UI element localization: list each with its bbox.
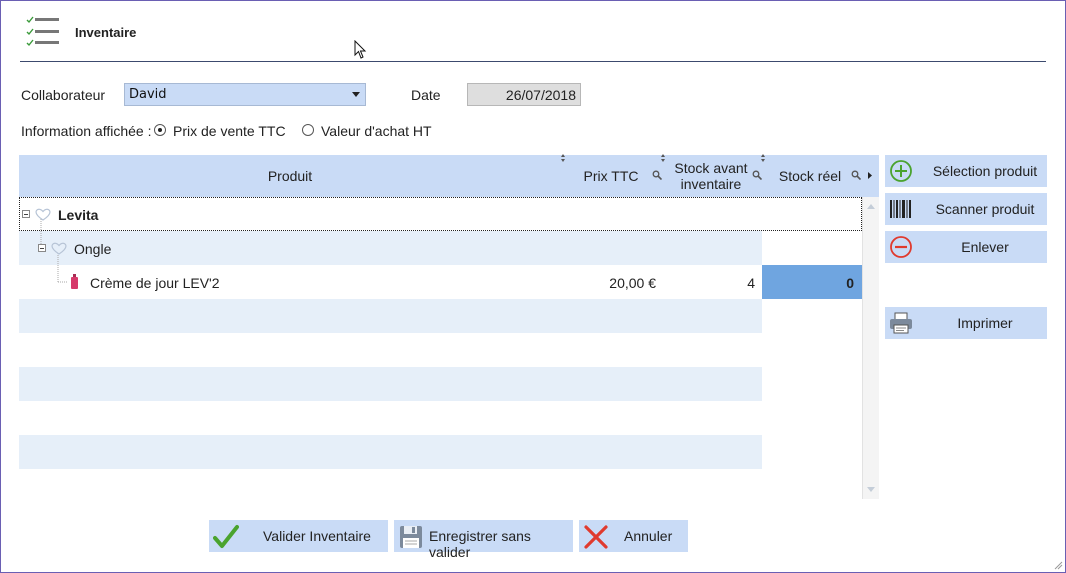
table-row-empty <box>19 435 762 469</box>
sort-prix-icon[interactable] <box>661 154 666 162</box>
selection-produit-label: Sélection produit <box>932 163 1038 179</box>
header-divider <box>20 61 1046 62</box>
date-field[interactable]: 26/07/2018 <box>467 83 581 106</box>
sort-produit-icon[interactable] <box>561 154 566 162</box>
enlever-label: Enlever <box>961 239 1009 255</box>
imprimer-label: Imprimer <box>957 315 1013 331</box>
collaborateur-label: Collaborateur <box>21 87 106 103</box>
scroll-down-icon[interactable] <box>867 487 875 493</box>
collaborateur-select[interactable]: David <box>124 83 366 106</box>
table-row-levita[interactable] <box>19 197 862 231</box>
search-stock-avant-icon[interactable] <box>752 170 762 180</box>
table-header: Produit Prix TTC Stock avant inventaire … <box>19 154 879 197</box>
column-header-produit[interactable]: Produit <box>19 168 561 184</box>
column-header-prix[interactable]: Prix TTC <box>579 168 643 184</box>
product-stock-avant: 4 <box>747 275 755 291</box>
annuler-button[interactable]: Annuler <box>579 520 688 552</box>
enregistrer-sans-valider-button[interactable]: Enregistrer sans valider <box>394 520 573 560</box>
collaborateur-value: David <box>129 87 167 102</box>
sort-stock-avant-icon[interactable] <box>761 154 766 162</box>
remove-circle-icon <box>890 236 912 258</box>
stock-reel-cell[interactable]: 0 <box>762 265 862 299</box>
stock-avant-line2: inventaire <box>680 176 742 192</box>
scroll-up-icon[interactable] <box>867 203 875 209</box>
printer-icon <box>890 312 912 334</box>
valider-inventaire-label: Valider Inventaire <box>263 528 371 544</box>
radio-prix-vente-label[interactable]: Prix de vente TTC <box>173 123 286 139</box>
collapse-ongle-icon[interactable] <box>38 244 46 252</box>
imprimer-button[interactable]: Imprimer <box>885 307 1047 339</box>
check-icon <box>213 525 239 548</box>
scanner-produit-label: Scanner produit <box>935 201 1035 217</box>
radio-valeur-achat-label[interactable]: Valeur d'achat HT <box>321 123 432 139</box>
selection-produit-button[interactable]: Sélection produit <box>885 155 1047 187</box>
scanner-produit-button[interactable]: Scanner produit <box>885 193 1047 225</box>
table-row-empty <box>19 333 762 367</box>
product-tube-icon <box>71 274 78 289</box>
cancel-x-icon <box>584 525 608 549</box>
search-prix-icon[interactable] <box>652 170 662 180</box>
enregistrer-sans-valider-label: Enregistrer sans valider <box>429 528 531 560</box>
checklist-menu-icon[interactable] <box>26 16 62 50</box>
valider-inventaire-button[interactable]: Valider Inventaire <box>209 520 388 552</box>
window-title: Inventaire <box>75 25 137 40</box>
table-row-empty <box>19 401 762 435</box>
add-circle-icon <box>890 160 912 182</box>
stock-reel-value: 0 <box>846 275 854 291</box>
search-stock-reel-icon[interactable] <box>851 170 861 180</box>
collapse-levita-icon[interactable] <box>22 210 30 218</box>
table-row-empty <box>19 367 762 401</box>
category-heart-icon <box>51 242 67 255</box>
annuler-label: Annuler <box>624 528 673 544</box>
category-heart-icon <box>35 208 51 221</box>
info-label: Information affichée : <box>21 123 152 139</box>
radio-valeur-achat[interactable] <box>302 124 314 136</box>
date-label: Date <box>411 87 441 103</box>
chevron-down-icon <box>352 92 360 97</box>
product-name: Crème de jour LEV'2 <box>90 275 220 291</box>
barcode-icon <box>890 200 911 218</box>
resize-grip-icon[interactable] <box>1053 560 1063 570</box>
mouse-cursor-icon <box>354 40 367 59</box>
enlever-button[interactable]: Enlever <box>885 231 1047 263</box>
radio-prix-vente[interactable] <box>154 124 166 136</box>
tree-label-ongle: Ongle <box>74 241 112 257</box>
stock-avant-line1: Stock avant <box>674 160 748 176</box>
table-scrollbar[interactable] <box>862 197 879 499</box>
chevron-right-icon[interactable] <box>868 172 873 179</box>
table-row-empty <box>19 299 762 333</box>
column-header-stock-reel[interactable]: Stock réel <box>771 168 849 184</box>
save-disk-icon <box>400 526 422 548</box>
tree-label-levita: Levita <box>58 207 99 223</box>
column-header-stock-avant[interactable]: Stock avant inventaire <box>669 160 753 192</box>
product-prix: 20,00 € <box>609 275 656 291</box>
date-value: 26/07/2018 <box>505 87 576 103</box>
table-row-ongle[interactable] <box>19 231 762 265</box>
